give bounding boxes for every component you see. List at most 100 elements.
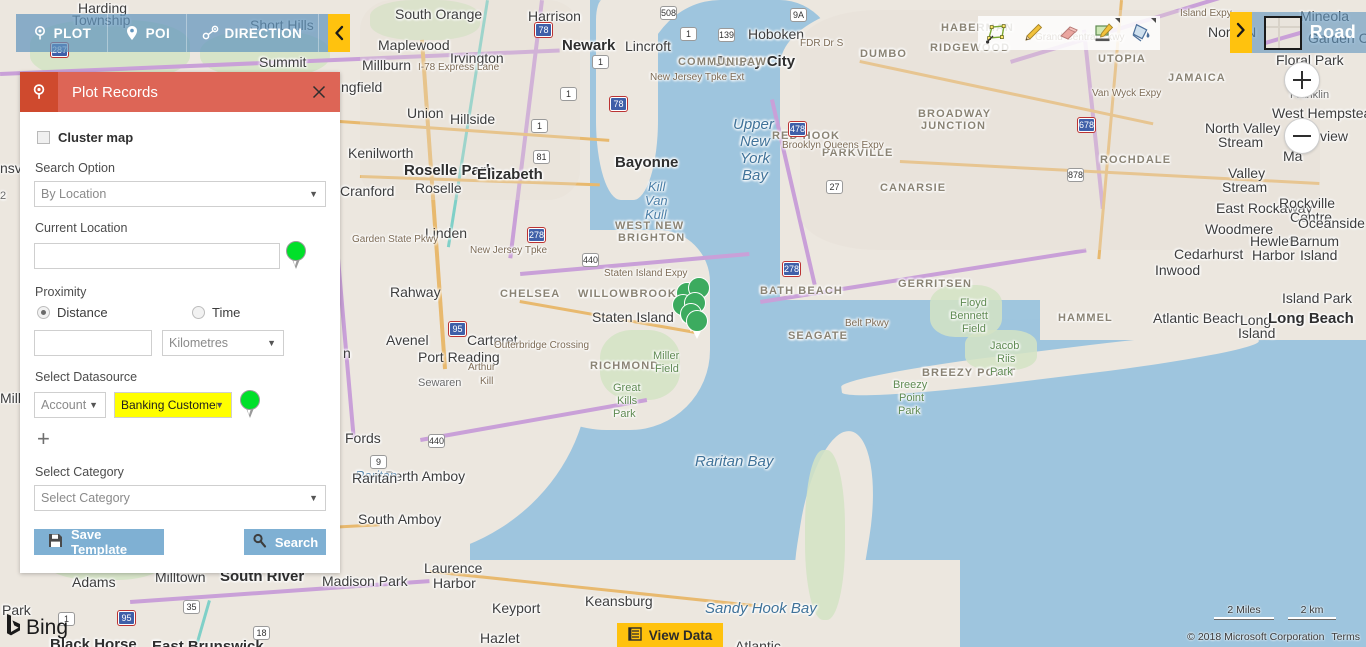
route-shield: 78 (610, 97, 627, 111)
proximity-label: Proximity (35, 285, 87, 299)
select-category-label: Select Category (35, 465, 124, 479)
unit-select-wrap: Kilometres ▼ (162, 330, 284, 356)
search-option-select[interactable]: By Location (34, 181, 326, 207)
proximity-radio-group: Distance Time (37, 305, 326, 320)
nav-item-direction[interactable]: DIRECTION (187, 14, 320, 52)
map-application: HardingTownshipShort HillsSummitMillburn… (0, 0, 1366, 647)
route-shield: 95 (449, 322, 466, 336)
route-shield: 678 (1078, 118, 1096, 132)
save-template-label: Save Template (71, 527, 128, 557)
current-location-label: Current Location (35, 221, 128, 235)
chevron-right-icon (1235, 22, 1247, 43)
cluster-map-label: Cluster map (58, 130, 134, 145)
search-option-wrap: By Location ▼ (34, 181, 326, 207)
datasource-row: Account ▼ Banking Customer ▼ (34, 390, 326, 420)
close-icon[interactable] (298, 72, 340, 112)
fill-color-tool-icon[interactable] (1128, 18, 1156, 46)
add-datasource-button[interactable]: + (37, 428, 50, 450)
record-marker-pin[interactable] (686, 310, 708, 340)
eraser-tool-icon[interactable] (1056, 20, 1082, 46)
distance-value-wrap (34, 330, 152, 356)
bing-logo[interactable]: Bing (6, 614, 68, 641)
panel-body: Cluster map Search Option By Location ▼ … (20, 112, 340, 573)
poi-pin-icon (124, 25, 140, 41)
nav-item-plot[interactable]: PLOT (16, 14, 108, 52)
plus-icon-v (1301, 71, 1303, 89)
nav-item-poi[interactable]: POI (108, 14, 187, 52)
route-shield: 139 (718, 28, 736, 42)
proximity-distance-radio[interactable] (37, 306, 50, 319)
datasource-marker-color-icon[interactable] (240, 390, 260, 420)
route-shield: 1 (680, 27, 697, 41)
proximity-distance-option[interactable]: Distance (37, 305, 192, 320)
copyright-text: © 2018 Microsoft Corporation (1187, 631, 1325, 643)
proximity-distance-label: Distance (57, 305, 108, 320)
nav-collapse-button[interactable] (328, 14, 350, 52)
chevron-left-icon (333, 25, 345, 41)
location-pin-icon (20, 72, 58, 112)
proximity-time-radio[interactable] (192, 306, 205, 319)
route-shield: 35 (183, 600, 200, 614)
map-type-expand-button[interactable] (1229, 12, 1252, 53)
proximity-value-row: Kilometres ▼ (34, 330, 326, 356)
route-shield: 440 (582, 253, 600, 267)
route-shield: 18 (253, 626, 270, 640)
zoom-in-button[interactable] (1284, 62, 1320, 98)
scale-km-line (1288, 617, 1336, 620)
cluster-map-row[interactable]: Cluster map (37, 130, 326, 145)
magnifier-icon (252, 533, 267, 551)
bing-b-icon (6, 614, 21, 641)
route-shield: 440 (428, 434, 446, 448)
save-template-button[interactable]: Save Template (34, 527, 164, 557)
plot-pin-icon (32, 25, 48, 41)
panel-header: Plot Records (20, 72, 340, 112)
direction-icon (202, 25, 219, 41)
route-shield: 278 (783, 262, 801, 276)
distance-input[interactable] (34, 330, 152, 356)
datasource-entity-wrap: Account ▼ (34, 392, 106, 418)
current-location-row (34, 241, 326, 271)
cluster-map-checkbox[interactable] (37, 131, 50, 144)
bing-wordmark: Bing (26, 615, 69, 639)
locate-me-marker-icon[interactable] (286, 241, 306, 271)
select-datasource-label: Select Datasource (35, 370, 138, 384)
proximity-time-option[interactable]: Time (192, 305, 240, 320)
chevron-dropdown-icon (1115, 18, 1120, 23)
search-button[interactable]: Search (244, 529, 326, 555)
scale-km-label: 2 km (1300, 604, 1324, 616)
datasource-view-select[interactable]: Banking Customer (114, 392, 232, 418)
grid-list-icon (628, 626, 642, 644)
current-location-input[interactable] (34, 243, 280, 269)
route-shield: 9 (370, 455, 387, 469)
plot-records-panel: Plot Records Cluster map Search Option B… (20, 72, 340, 573)
scale-km: 2 km (1288, 604, 1336, 620)
panel-action-row: Save Template Search (34, 527, 326, 557)
map-type-label: Road (1309, 22, 1356, 42)
distance-unit-select[interactable]: Kilometres (162, 330, 284, 356)
green-area-sandy-hook (805, 450, 845, 620)
zoom-out-button[interactable] (1284, 118, 1320, 154)
save-disk-icon (48, 533, 63, 551)
edit-shape-tool-icon[interactable] (1092, 18, 1120, 46)
view-data-button[interactable]: View Data (617, 623, 723, 647)
pencil-tool-icon[interactable] (1020, 20, 1046, 46)
search-button-label: Search (274, 534, 319, 550)
search-option-label: Search Option (35, 161, 115, 175)
chevron-dropdown-icon (1151, 18, 1156, 23)
road-map-thumbnail[interactable] (1263, 15, 1302, 50)
nav-item-direction-label: DIRECTION (224, 25, 303, 41)
datasource-entity-select[interactable]: Account (34, 392, 106, 418)
view-data-label: View Data (648, 627, 713, 643)
select-category-select[interactable]: Select Category (34, 485, 326, 511)
terms-link[interactable]: Terms (1331, 631, 1360, 643)
route-shield: 508 (660, 6, 678, 20)
route-shield: 81 (533, 150, 550, 164)
route-shield: 278 (528, 228, 546, 242)
nav-item-plot-label: PLOT (53, 25, 92, 41)
copyright-notice: © 2018 Microsoft Corporation Terms (1187, 631, 1360, 643)
main-toolbar: PLOT POI DIRECTION (16, 14, 341, 52)
route-shield: 95 (118, 611, 135, 625)
scale-miles: 2 Miles (1214, 604, 1274, 620)
datasource-view-wrap: Banking Customer ▼ (114, 392, 232, 418)
polygon-tool-icon[interactable] (984, 20, 1010, 46)
